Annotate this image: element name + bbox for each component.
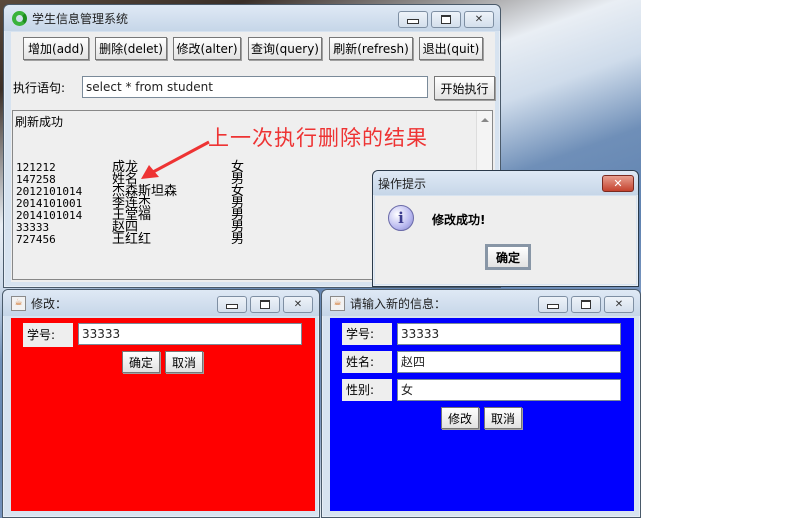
annotation-arrow-icon xyxy=(141,140,210,179)
dialog-ok-button[interactable]: 确定 xyxy=(485,244,531,270)
dialog-message: 修改成功! xyxy=(432,213,486,227)
java-icon: ☕ xyxy=(330,295,345,311)
alter-panel: 学号: 33333 确定 取消 xyxy=(11,318,315,511)
minimize-button[interactable] xyxy=(538,296,568,313)
maximize-button[interactable] xyxy=(571,296,601,313)
info-cancel-button[interactable]: 取消 xyxy=(484,407,522,429)
close-button[interactable]: ✕ xyxy=(283,296,313,313)
close-button[interactable]: ✕ xyxy=(464,11,494,28)
sql-input[interactable]: select * from student xyxy=(82,76,428,98)
alter-window: ☕ 修改： ✕ 学号: 33333 确定 取消 xyxy=(2,289,320,518)
close-icon: ✕ xyxy=(474,14,484,25)
result-name: 王红红 xyxy=(112,232,152,247)
info-modify-button[interactable]: 修改 xyxy=(441,407,479,429)
dialog-title: 操作提示 xyxy=(378,176,427,191)
output-status: 刷新成功 xyxy=(15,115,64,129)
refresh-button[interactable]: 刷新(refresh) xyxy=(329,37,413,60)
minimize-button[interactable] xyxy=(398,11,428,28)
info-gender-input[interactable]: 女 xyxy=(397,379,621,401)
main-titlebar[interactable]: 学生信息管理系统 ✕ xyxy=(4,5,500,31)
delete-button[interactable]: 删除(delet) xyxy=(95,37,167,60)
close-icon: ✕ xyxy=(613,177,623,190)
close-icon: ✕ xyxy=(614,299,624,310)
message-dialog: 操作提示 ✕ i 修改成功! 确定 xyxy=(372,170,639,287)
dialog-close-button[interactable]: ✕ xyxy=(602,175,634,192)
annotation-text: 上一次执行删除的结果 xyxy=(208,126,428,150)
alter-button[interactable]: 修改(alter) xyxy=(173,37,241,60)
close-icon: ✕ xyxy=(293,299,303,310)
sql-label: 执行语句: xyxy=(13,81,66,95)
maximize-button[interactable] xyxy=(431,11,461,28)
result-gender: 男 xyxy=(231,232,245,247)
dialog-client: i 修改成功! 确定 xyxy=(375,196,636,284)
info-icon: i xyxy=(388,205,414,231)
alter-id-label: 学号: xyxy=(23,323,73,347)
add-button[interactable]: 增加(add) xyxy=(23,37,89,60)
recycle-app-icon xyxy=(12,10,27,26)
info-gender-label: 性别: xyxy=(342,379,392,401)
info-name-label: 姓名: xyxy=(342,351,392,373)
alter-ok-button[interactable]: 确定 xyxy=(122,351,160,373)
alter-id-input[interactable]: 33333 xyxy=(78,323,302,345)
minimize-button[interactable] xyxy=(217,296,247,313)
info-title: 请输入新的信息： xyxy=(350,296,447,311)
info-id-input[interactable]: 33333 xyxy=(397,323,621,345)
info-titlebar[interactable]: ☕ 请输入新的信息： ✕ xyxy=(322,290,640,316)
alter-title: 修改： xyxy=(31,296,68,311)
dialog-titlebar[interactable]: 操作提示 ✕ xyxy=(373,171,638,195)
info-name-input[interactable]: 赵四 xyxy=(397,351,621,373)
info-window: ☕ 请输入新的信息： ✕ 学号: 33333 姓名: 赵四 性别: 女 修改 取… xyxy=(321,289,641,518)
java-icon: ☕ xyxy=(11,295,26,311)
info-id-label: 学号: xyxy=(342,323,392,345)
window-title: 学生信息管理系统 xyxy=(32,11,129,26)
maximize-button[interactable] xyxy=(250,296,280,313)
quit-button[interactable]: 退出(quit) xyxy=(419,37,483,60)
alter-cancel-button[interactable]: 取消 xyxy=(165,351,203,373)
alter-titlebar[interactable]: ☕ 修改： ✕ xyxy=(3,290,319,316)
info-panel: 学号: 33333 姓名: 赵四 性别: 女 修改 取消 xyxy=(330,318,634,511)
scroll-up-arrow-icon[interactable] xyxy=(481,118,489,122)
execute-button[interactable]: 开始执行 xyxy=(434,76,495,100)
result-id: 727456 xyxy=(16,233,56,246)
query-button[interactable]: 查询(query) xyxy=(248,37,322,60)
close-button[interactable]: ✕ xyxy=(604,296,634,313)
